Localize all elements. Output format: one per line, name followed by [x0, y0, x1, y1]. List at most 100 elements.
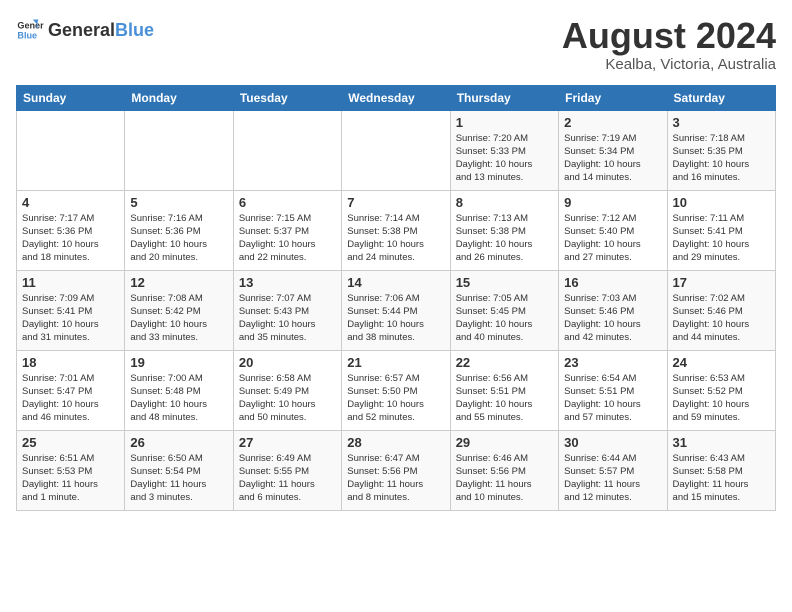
day-info: Sunrise: 7:13 AM Sunset: 5:38 PM Dayligh… — [456, 212, 553, 265]
day-info: Sunrise: 6:56 AM Sunset: 5:51 PM Dayligh… — [456, 372, 553, 425]
day-info: Sunrise: 7:19 AM Sunset: 5:34 PM Dayligh… — [564, 132, 661, 185]
day-number: 26 — [130, 435, 227, 450]
day-info: Sunrise: 7:14 AM Sunset: 5:38 PM Dayligh… — [347, 212, 444, 265]
day-number: 31 — [673, 435, 770, 450]
day-cell: 2 Sunrise: 7:19 AM Sunset: 5:34 PM Daylig… — [559, 110, 667, 190]
day-cell: 24 Sunrise: 6:53 AM Sunset: 5:52 PM Dayli… — [667, 350, 775, 430]
logo: General Blue GeneralBlue — [16, 16, 154, 44]
day-cell: 22 Sunrise: 6:56 AM Sunset: 5:51 PM Dayli… — [450, 350, 558, 430]
weekday-header-saturday: Saturday — [667, 85, 775, 110]
day-info: Sunrise: 7:02 AM Sunset: 5:46 PM Dayligh… — [673, 292, 770, 345]
day-number: 8 — [456, 195, 553, 210]
day-number: 10 — [673, 195, 770, 210]
day-info: Sunrise: 6:46 AM Sunset: 5:56 PM Dayligh… — [456, 452, 553, 505]
day-number: 11 — [22, 275, 119, 290]
day-number: 2 — [564, 115, 661, 130]
day-info: Sunrise: 6:50 AM Sunset: 5:54 PM Dayligh… — [130, 452, 227, 505]
day-cell: 5 Sunrise: 7:16 AM Sunset: 5:36 PM Daylig… — [125, 190, 233, 270]
month-title: August 2024 — [562, 16, 776, 56]
day-cell: 15 Sunrise: 7:05 AM Sunset: 5:45 PM Dayli… — [450, 270, 558, 350]
day-cell: 6Sunrise: 7:15 AM Sunset: 5:37 PM Daylig… — [233, 190, 341, 270]
day-cell: 27 Sunrise: 6:49 AM Sunset: 5:55 PM Dayli… — [233, 430, 341, 510]
day-cell: 13Sunrise: 7:07 AM Sunset: 5:43 PM Dayli… — [233, 270, 341, 350]
day-cell — [342, 110, 450, 190]
day-number: 16 — [564, 275, 661, 290]
week-row-4: 18 Sunrise: 7:01 AM Sunset: 5:47 PM Dayli… — [17, 350, 776, 430]
day-info: Sunrise: 7:05 AM Sunset: 5:45 PM Dayligh… — [456, 292, 553, 345]
weekday-header-row: SundayMondayTuesdayWednesdayThursdayFrid… — [17, 85, 776, 110]
day-cell: 20Sunrise: 6:58 AM Sunset: 5:49 PM Dayli… — [233, 350, 341, 430]
day-info: Sunrise: 6:44 AM Sunset: 5:57 PM Dayligh… — [564, 452, 661, 505]
day-number: 17 — [673, 275, 770, 290]
day-number: 29 — [456, 435, 553, 450]
day-number: 24 — [673, 355, 770, 370]
day-number: 5 — [130, 195, 227, 210]
day-cell: 21Sunrise: 6:57 AM Sunset: 5:50 PM Dayli… — [342, 350, 450, 430]
weekday-header-friday: Friday — [559, 85, 667, 110]
day-number: 30 — [564, 435, 661, 450]
day-cell: 9Sunrise: 7:12 AM Sunset: 5:40 PM Daylig… — [559, 190, 667, 270]
day-number: 23 — [564, 355, 661, 370]
svg-text:General: General — [17, 21, 44, 31]
day-cell: 26 Sunrise: 6:50 AM Sunset: 5:54 PM Dayli… — [125, 430, 233, 510]
day-number: 15 — [456, 275, 553, 290]
day-cell: 30 Sunrise: 6:44 AM Sunset: 5:57 PM Dayli… — [559, 430, 667, 510]
day-cell: 7 Sunrise: 7:14 AM Sunset: 5:38 PM Daylig… — [342, 190, 450, 270]
logo-blue: Blue — [115, 20, 154, 41]
day-cell: 11Sunrise: 7:09 AM Sunset: 5:41 PM Dayli… — [17, 270, 125, 350]
logo-general: General — [48, 20, 115, 41]
day-cell: 8 Sunrise: 7:13 AM Sunset: 5:38 PM Daylig… — [450, 190, 558, 270]
calendar-table: SundayMondayTuesdayWednesdayThursdayFrid… — [16, 85, 776, 511]
day-cell: 4Sunrise: 7:17 AM Sunset: 5:36 PM Daylig… — [17, 190, 125, 270]
day-number: 3 — [673, 115, 770, 130]
weekday-header-sunday: Sunday — [17, 85, 125, 110]
day-info: Sunrise: 6:58 AM Sunset: 5:49 PM Dayligh… — [239, 372, 336, 425]
day-number: 9 — [564, 195, 661, 210]
svg-text:Blue: Blue — [17, 30, 37, 40]
day-number: 12 — [130, 275, 227, 290]
page-header: General Blue GeneralBlue August 2024 Kea… — [16, 16, 776, 73]
day-number: 27 — [239, 435, 336, 450]
day-info: Sunrise: 7:17 AM Sunset: 5:36 PM Dayligh… — [22, 212, 119, 265]
day-info: Sunrise: 6:51 AM Sunset: 5:53 PM Dayligh… — [22, 452, 119, 505]
day-info: Sunrise: 6:49 AM Sunset: 5:55 PM Dayligh… — [239, 452, 336, 505]
day-number: 22 — [456, 355, 553, 370]
day-cell: 18 Sunrise: 7:01 AM Sunset: 5:47 PM Dayli… — [17, 350, 125, 430]
day-info: Sunrise: 6:53 AM Sunset: 5:52 PM Dayligh… — [673, 372, 770, 425]
day-number: 7 — [347, 195, 444, 210]
day-info: Sunrise: 7:18 AM Sunset: 5:35 PM Dayligh… — [673, 132, 770, 185]
day-cell: 16 Sunrise: 7:03 AM Sunset: 5:46 PM Dayli… — [559, 270, 667, 350]
day-number: 18 — [22, 355, 119, 370]
day-cell — [125, 110, 233, 190]
day-info: Sunrise: 7:08 AM Sunset: 5:42 PM Dayligh… — [130, 292, 227, 345]
day-info: Sunrise: 6:54 AM Sunset: 5:51 PM Dayligh… — [564, 372, 661, 425]
week-row-1: 1Sunrise: 7:20 AM Sunset: 5:33 PM Daylig… — [17, 110, 776, 190]
day-info: Sunrise: 7:01 AM Sunset: 5:47 PM Dayligh… — [22, 372, 119, 425]
day-number: 28 — [347, 435, 444, 450]
week-row-3: 11Sunrise: 7:09 AM Sunset: 5:41 PM Dayli… — [17, 270, 776, 350]
day-info: Sunrise: 7:03 AM Sunset: 5:46 PM Dayligh… — [564, 292, 661, 345]
day-number: 19 — [130, 355, 227, 370]
day-info: Sunrise: 7:00 AM Sunset: 5:48 PM Dayligh… — [130, 372, 227, 425]
day-number: 14 — [347, 275, 444, 290]
day-info: Sunrise: 6:47 AM Sunset: 5:56 PM Dayligh… — [347, 452, 444, 505]
weekday-header-thursday: Thursday — [450, 85, 558, 110]
location: Kealba, Victoria, Australia — [562, 56, 776, 73]
day-number: 21 — [347, 355, 444, 370]
week-row-2: 4Sunrise: 7:17 AM Sunset: 5:36 PM Daylig… — [17, 190, 776, 270]
day-number: 25 — [22, 435, 119, 450]
weekday-header-wednesday: Wednesday — [342, 85, 450, 110]
day-cell: 29 Sunrise: 6:46 AM Sunset: 5:56 PM Dayli… — [450, 430, 558, 510]
day-cell: 14Sunrise: 7:06 AM Sunset: 5:44 PM Dayli… — [342, 270, 450, 350]
day-cell: 10Sunrise: 7:11 AM Sunset: 5:41 PM Dayli… — [667, 190, 775, 270]
logo-icon: General Blue — [16, 16, 44, 44]
day-cell: 17 Sunrise: 7:02 AM Sunset: 5:46 PM Dayli… — [667, 270, 775, 350]
day-cell: 12 Sunrise: 7:08 AM Sunset: 5:42 PM Dayli… — [125, 270, 233, 350]
weekday-header-tuesday: Tuesday — [233, 85, 341, 110]
day-cell: 23 Sunrise: 6:54 AM Sunset: 5:51 PM Dayli… — [559, 350, 667, 430]
day-cell: 25 Sunrise: 6:51 AM Sunset: 5:53 PM Dayli… — [17, 430, 125, 510]
day-number: 1 — [456, 115, 553, 130]
weekday-header-monday: Monday — [125, 85, 233, 110]
day-info: Sunrise: 7:16 AM Sunset: 5:36 PM Dayligh… — [130, 212, 227, 265]
day-cell: 28 Sunrise: 6:47 AM Sunset: 5:56 PM Dayli… — [342, 430, 450, 510]
